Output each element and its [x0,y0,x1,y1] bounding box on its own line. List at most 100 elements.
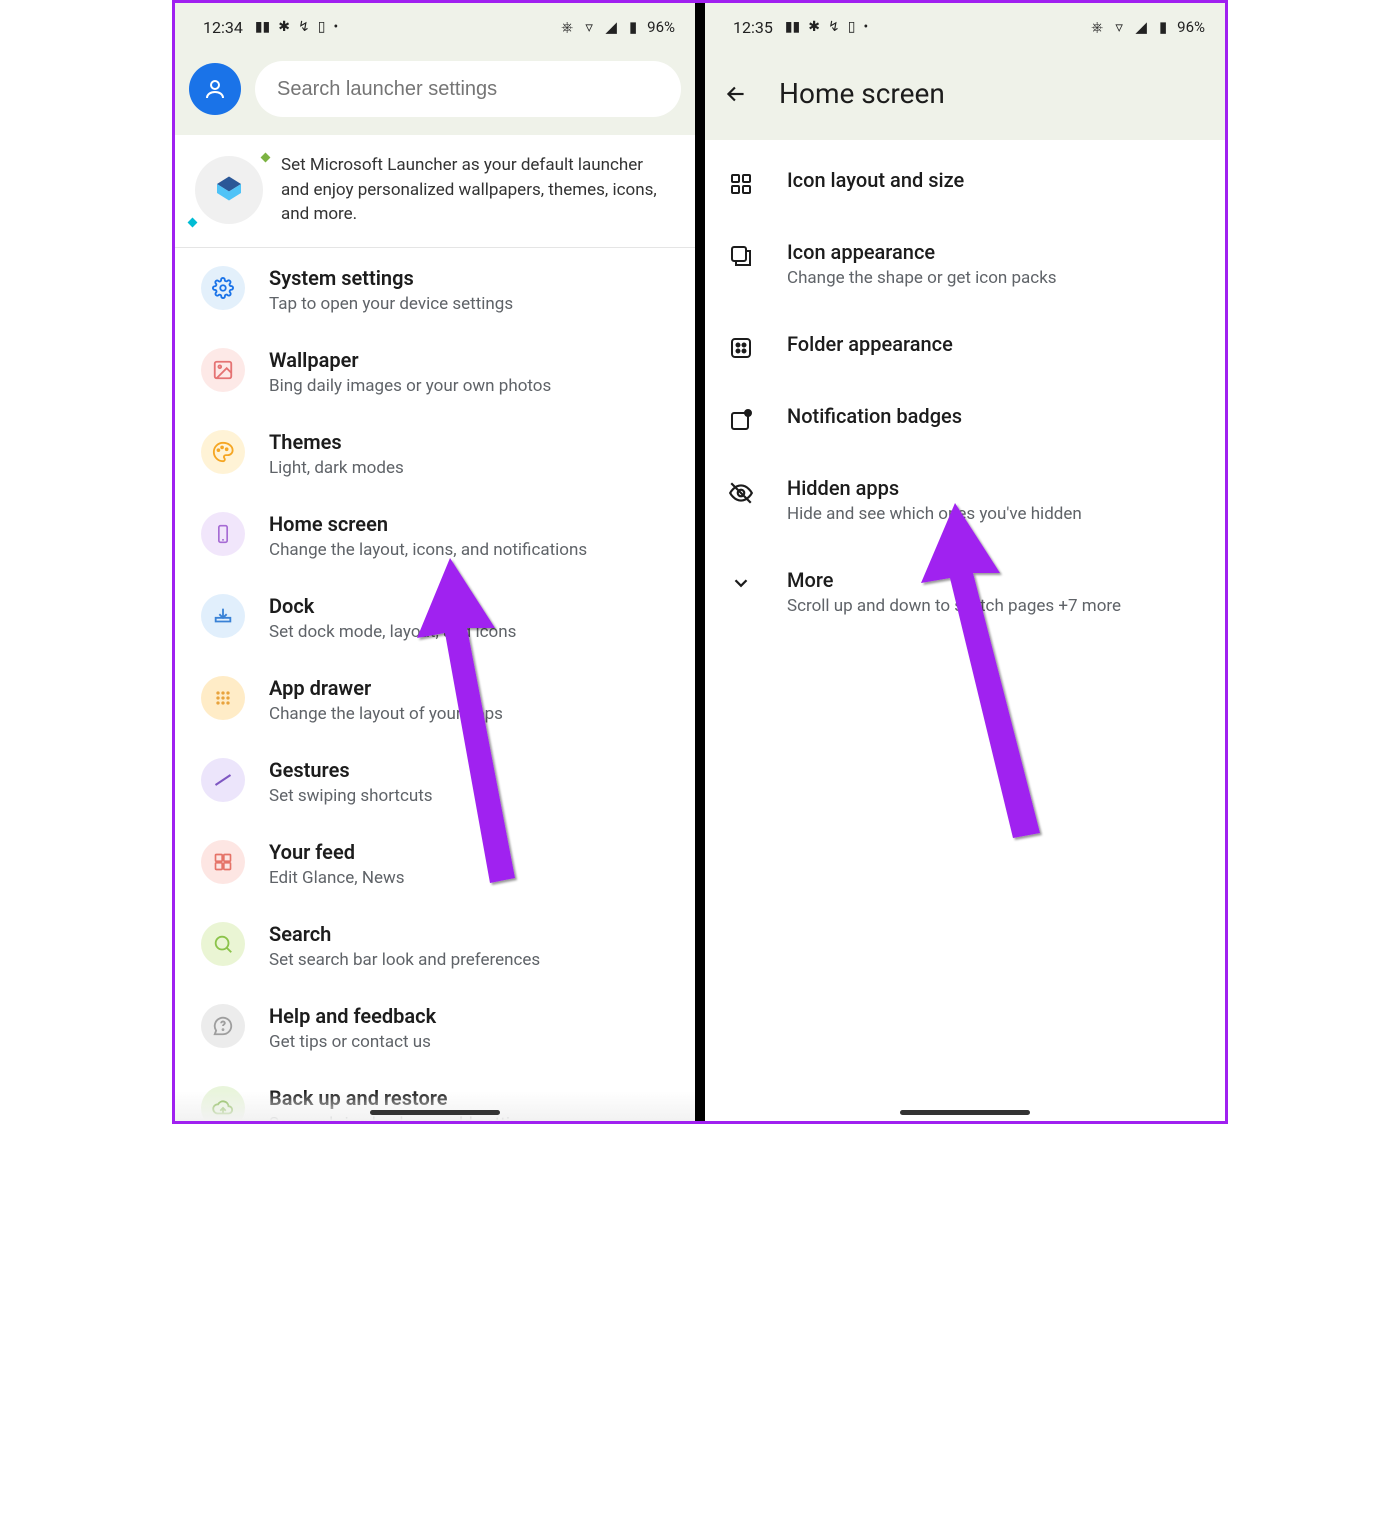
settings-list: System settings Tap to open your device … [175,248,695,1121]
item-title: Gestures [269,758,669,782]
home-screen-item-icon-appearance[interactable]: Icon appearance Change the shape or get … [705,218,1225,310]
settings-item-wallpaper[interactable]: Wallpaper Bing daily images or your own … [175,330,695,412]
back-button[interactable] [723,81,751,107]
item-subtitle: Tap to open your device settings [269,294,669,314]
status-bar: 12:35 ▮▮ ✱ ↯ ▯ • ⎈ ▿ ◢ ▮ 96% [705,3,1225,51]
item-title: Search [269,922,669,946]
gear-icon: ✱ [278,19,290,35]
gear-icon [201,266,245,310]
battery-percent: 96% [1177,18,1205,36]
phone-right: 12:35 ▮▮ ✱ ↯ ▯ • ⎈ ▿ ◢ ▮ 96% Ho [705,3,1225,1121]
phone-left: 12:34 ▮▮ ✱ ↯ ▯ • ⎈ ▿ ◢ ▮ 96% [175,3,695,1121]
home-screen-list: Icon layout and size Icon appearance Cha… [705,140,1225,638]
settings-item-app-drawer[interactable]: App drawer Change the layout of your app… [175,658,695,740]
more-icon [727,572,755,594]
item-title: App drawer [269,676,669,700]
item-subtitle: Set search bar look and preferences [269,950,669,970]
status-bar: 12:34 ▮▮ ✱ ↯ ▯ • ⎈ ▿ ◢ ▮ 96% [175,3,695,51]
dot-icon: • [333,19,338,35]
wifi-icon: ▿ [581,18,597,36]
settings-item-search[interactable]: Search Set search bar look and preferenc… [175,904,695,986]
item-title: Icon layout and size [787,168,1203,192]
wifi-icon: ▿ [1111,18,1127,36]
person-icon [203,77,227,101]
item-subtitle: Hide and see which ones you've hidden [787,504,1203,524]
settings-item-help-and-feedback[interactable]: Help and feedback Get tips or contact us [175,986,695,1068]
page-header: Home screen [705,51,1225,140]
battery-icon: ▮ [1155,18,1171,36]
item-title: Home screen [269,512,669,536]
gear-icon: ✱ [808,19,820,35]
battery-percent: 96% [647,18,675,36]
status-time: 12:34 [203,18,243,37]
location-icon: ⎈ [1089,18,1105,36]
location-icon: ⎈ [559,18,575,36]
home-screen-item-notification-badges[interactable]: Notification badges [705,382,1225,454]
card-icon: ▮▮ [785,19,800,35]
badge-icon [727,408,755,432]
arrow-left-icon [723,81,749,107]
item-title: Folder appearance [787,332,1203,356]
item-subtitle: Light, dark modes [269,458,669,478]
signal-icon: ◢ [603,18,619,36]
item-subtitle: Change the layout, icons, and notificati… [269,540,669,560]
search-header [175,51,695,135]
shape-icon [727,244,755,268]
gesture-icon [201,758,245,802]
home-screen-item-folder-appearance[interactable]: Folder appearance [705,310,1225,382]
item-subtitle: Set dock mode, layout, and icons [269,622,669,642]
settings-item-home-screen[interactable]: Home screen Change the layout, icons, an… [175,494,695,576]
item-subtitle: Get tips or contact us [269,1032,669,1052]
dot-icon: • [863,19,868,35]
cloud-icon [201,1086,245,1121]
item-subtitle: Edit Glance, News [269,868,669,888]
item-title: Hidden apps [787,476,1203,500]
card-icon: ▮▮ [255,19,270,35]
promo-text: Set Microsoft Launcher as your default l… [281,153,675,227]
item-title: More [787,568,1203,592]
profile-button[interactable] [189,63,241,115]
item-subtitle: Change the shape or get icon packs [787,268,1203,288]
folder-icon [727,336,755,360]
feed-icon [201,840,245,884]
promo-banner[interactable]: Set Microsoft Launcher as your default l… [175,135,695,248]
sim-icon: ▯ [318,19,326,35]
item-title: System settings [269,266,669,290]
item-title: Icon appearance [787,240,1203,264]
page-title: Home screen [779,77,945,110]
home-screen-item-more[interactable]: More Scroll up and down to switch pages … [705,546,1225,638]
item-title: Dock [269,594,669,618]
battery-icon: ▮ [625,18,641,36]
item-title: Help and feedback [269,1004,669,1028]
home-screen-item-hidden-apps[interactable]: Hidden apps Hide and see which ones you'… [705,454,1225,546]
item-title: Wallpaper [269,348,669,372]
dock-icon [201,594,245,638]
item-subtitle: Set swiping shortcuts [269,786,669,806]
item-title: Back up and restore [269,1086,669,1110]
screenshot-divider [695,3,705,1121]
home-indicator[interactable] [900,1110,1030,1115]
image-icon [201,348,245,392]
item-subtitle: Scroll up and down to switch pages +7 mo… [787,596,1203,616]
settings-item-your-feed[interactable]: Your feed Edit Glance, News [175,822,695,904]
hidden-icon [727,480,755,506]
phone-icon [201,512,245,556]
home-indicator[interactable] [370,1110,500,1115]
layout-icon [727,172,755,196]
call-icon: ↯ [298,19,310,35]
settings-item-gestures[interactable]: Gestures Set swiping shortcuts [175,740,695,822]
settings-item-dock[interactable]: Dock Set dock mode, layout, and icons [175,576,695,658]
settings-item-system-settings[interactable]: System settings Tap to open your device … [175,248,695,330]
settings-item-themes[interactable]: Themes Light, dark modes [175,412,695,494]
item-subtitle: Bing daily images or your own photos [269,376,669,396]
launcher-logo-icon [195,156,263,224]
sim-icon: ▯ [848,19,856,35]
item-title: Notification badges [787,404,1203,428]
item-title: Themes [269,430,669,454]
item-title: Your feed [269,840,669,864]
call-icon: ↯ [828,19,840,35]
status-icon-group: ▮▮ ✱ ↯ ▯ • [255,19,338,35]
search-input[interactable] [255,61,681,117]
status-icon-group: ▮▮ ✱ ↯ ▯ • [785,19,868,35]
home-screen-item-icon-layout-and-size[interactable]: Icon layout and size [705,146,1225,218]
